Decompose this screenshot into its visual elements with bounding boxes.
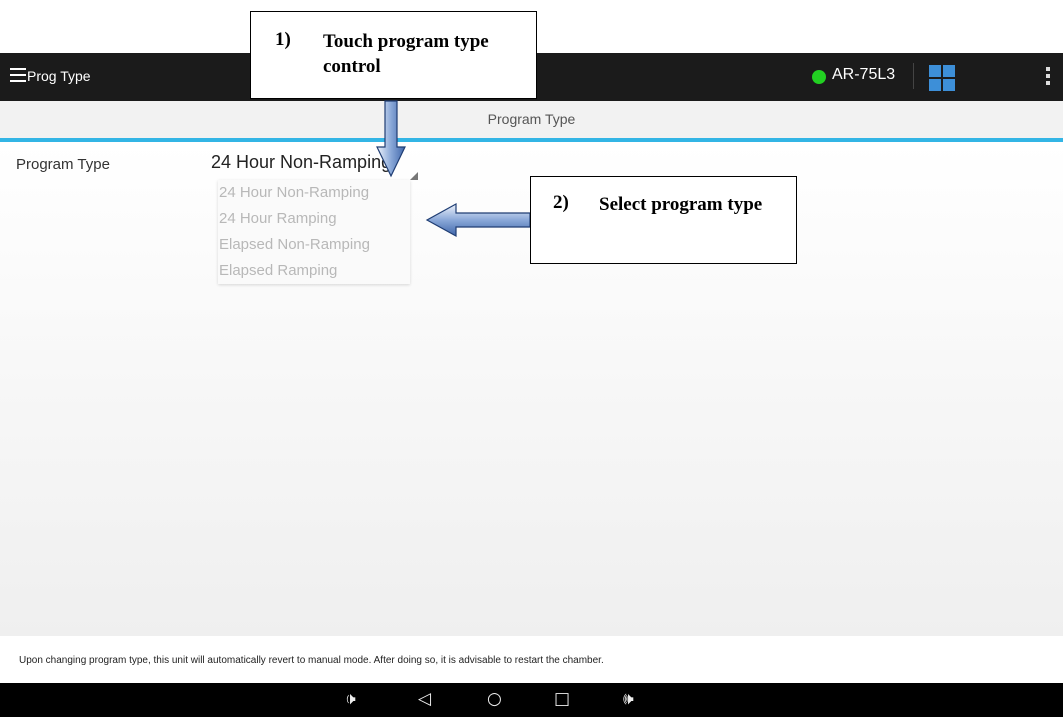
annotation-callout-step1: 1) Touch program type control (250, 11, 537, 99)
left-arrow-icon (425, 202, 531, 238)
step2-number: 2) (553, 192, 569, 213)
step1-number: 1) (275, 29, 291, 50)
step1-text: Touch program type control (323, 31, 489, 77)
down-arrow-icon (376, 100, 406, 178)
step2-text: Select program type (599, 194, 763, 215)
annotation-arrows (376, 100, 531, 238)
annotation-callout-step2: 2) Select program type (530, 176, 797, 264)
